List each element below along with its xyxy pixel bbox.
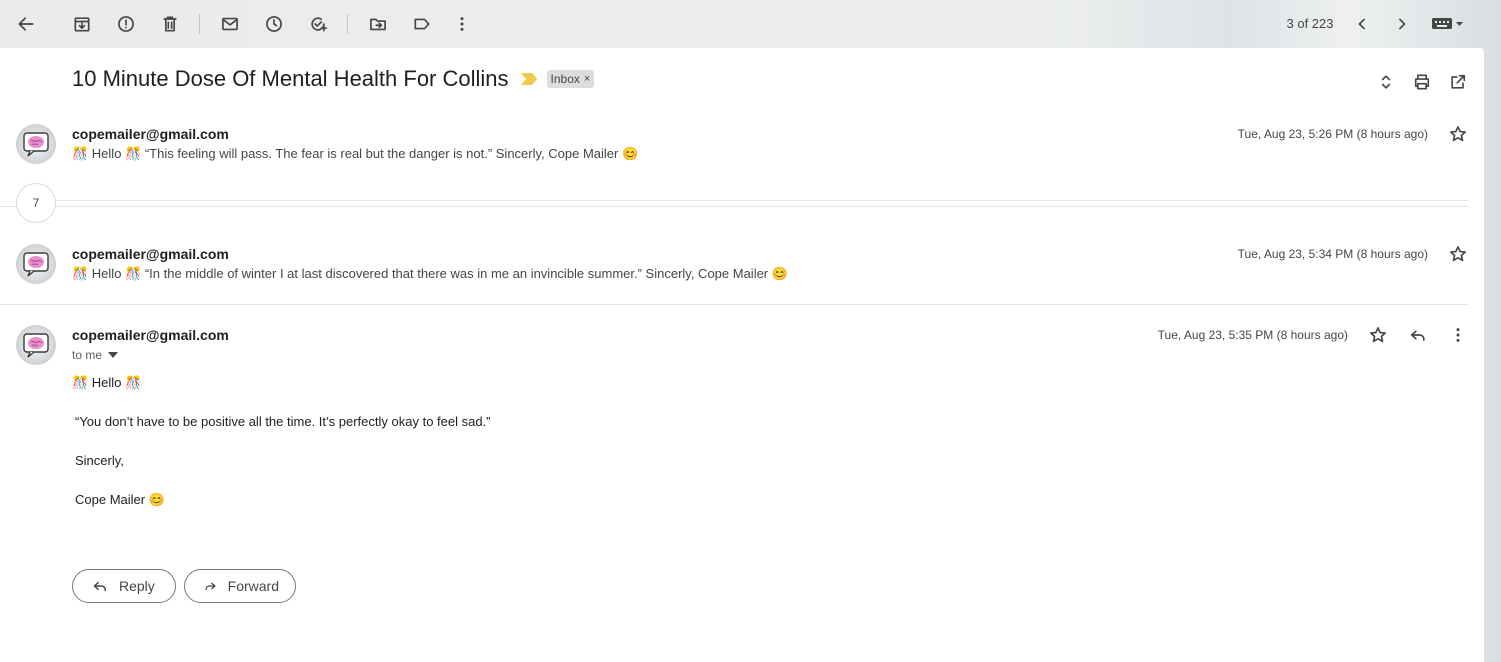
caret-down-icon <box>108 352 119 358</box>
reply-icon[interactable] <box>1408 325 1428 345</box>
email-thread-card: 10 Minute Dose Of Mental Health For Coll… <box>0 48 1484 662</box>
thread-toolbar: 3 of 223 <box>0 0 1501 48</box>
brain-chat-icon <box>23 132 49 157</box>
reply-icon <box>93 581 106 592</box>
star-icon[interactable] <box>1448 244 1468 264</box>
more-vert-icon[interactable] <box>1448 325 1468 345</box>
report-spam-icon[interactable] <box>106 4 146 44</box>
message-signature: Cope Mailer 😊 <box>75 492 165 507</box>
importance-marker-icon[interactable] <box>520 73 537 85</box>
star-icon[interactable] <box>1368 325 1388 345</box>
recipient-text: to me <box>72 348 103 362</box>
sender-email: copemailer@gmail.com <box>72 246 229 262</box>
newer-chevron-icon[interactable] <box>1382 4 1422 44</box>
star-icon[interactable] <box>1448 124 1468 144</box>
print-icon[interactable] <box>1410 70 1434 94</box>
message-snippet: 🎊 Hello 🎊 “This feeling will pass. The f… <box>72 146 639 161</box>
message-date: Tue, Aug 23, 5:34 PM (8 hours ago) <box>1237 247 1428 261</box>
mark-unread-icon[interactable] <box>210 4 250 44</box>
expand-all-icon[interactable] <box>1374 70 1398 94</box>
add-to-tasks-icon[interactable] <box>298 4 338 44</box>
forward-button[interactable]: Forward <box>184 569 296 603</box>
collapsed-stack-line <box>16 200 1468 201</box>
open-in-new-window-icon[interactable] <box>1446 70 1470 94</box>
collapsed-stack-line <box>0 206 1468 207</box>
message-quote: “You don’t have to be positive all the t… <box>75 414 491 429</box>
reply-label: Reply <box>119 578 155 594</box>
message-counter: 3 of 223 <box>1286 16 1334 31</box>
toolbar-divider <box>347 14 348 34</box>
older-chevron-icon[interactable] <box>1342 4 1382 44</box>
forward-label: Forward <box>227 578 279 594</box>
toolbar-divider <box>199 14 200 34</box>
label-chip-text: Inbox <box>550 72 580 86</box>
thread-subject: 10 Minute Dose Of Mental Health For Coll… <box>72 66 509 91</box>
message-divider <box>0 304 1468 305</box>
move-to-icon[interactable] <box>358 4 398 44</box>
keyboard-icon[interactable] <box>1426 4 1470 44</box>
message-greeting: 🎊 Hello 🎊 <box>72 375 142 390</box>
back-arrow-icon[interactable] <box>6 4 46 44</box>
more-vert-icon[interactable] <box>442 4 482 44</box>
sender-email: copemailer@gmail.com <box>72 327 229 343</box>
sender-avatar <box>16 325 56 365</box>
inbox-label-chip: Inbox × <box>546 70 595 88</box>
message-date: Tue, Aug 23, 5:35 PM (8 hours ago) <box>1157 328 1348 342</box>
reply-button[interactable]: Reply <box>72 569 176 603</box>
message-date: Tue, Aug 23, 5:26 PM (8 hours ago) <box>1237 127 1428 141</box>
remove-label-button[interactable]: × <box>584 73 590 85</box>
message-closing: Sincerly, <box>75 453 124 468</box>
brain-chat-icon <box>23 252 49 277</box>
snooze-icon[interactable] <box>254 4 294 44</box>
sender-avatar <box>16 124 56 164</box>
message-snippet: 🎊 Hello 🎊 “In the middle of winter I at … <box>72 266 788 281</box>
sender-avatar <box>16 244 56 284</box>
recipient-details-toggle[interactable]: to me <box>72 348 119 362</box>
archive-icon[interactable] <box>62 4 102 44</box>
brain-chat-icon <box>23 333 49 358</box>
sender-email: copemailer@gmail.com <box>72 126 229 142</box>
subject-row: 10 Minute Dose Of Mental Health For Coll… <box>72 66 595 92</box>
forward-icon <box>205 582 216 591</box>
hidden-messages-count-button[interactable]: 7 <box>16 183 56 223</box>
delete-icon[interactable] <box>150 4 190 44</box>
labels-icon[interactable] <box>402 4 442 44</box>
